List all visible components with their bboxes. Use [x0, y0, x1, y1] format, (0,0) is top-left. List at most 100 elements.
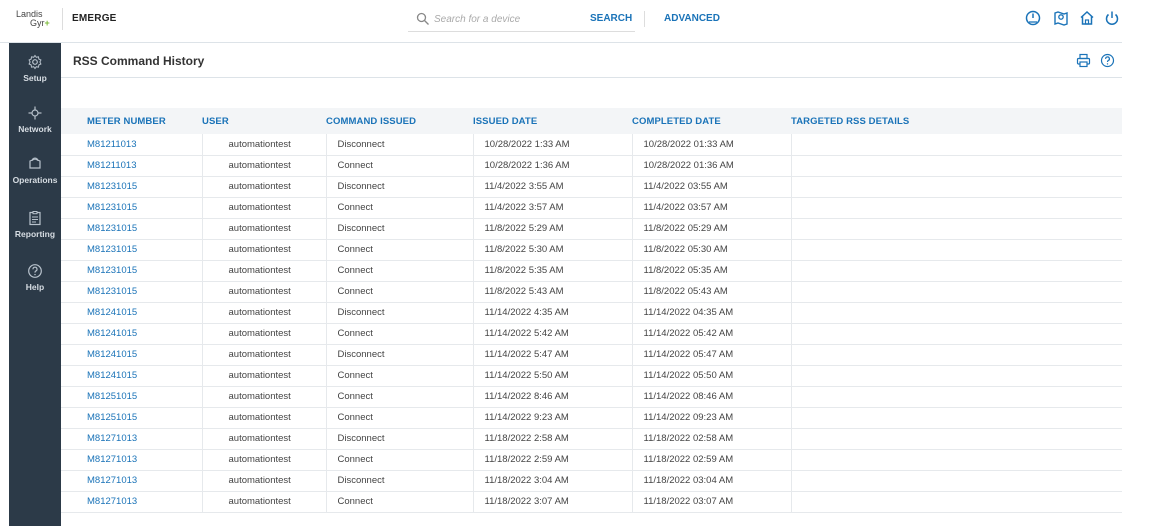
rss-command-history-table: METER NUMBER USER COMMAND ISSUED ISSUED … — [61, 108, 1122, 513]
user-cell: automationtest — [201, 449, 326, 471]
sidebar-item-label: Operations — [12, 175, 58, 185]
column-header-targeted-rss-details[interactable]: TARGETED RSS DETAILS — [791, 108, 1122, 134]
completed-date-cell: 11/14/2022 04:35 AM — [631, 302, 791, 324]
issued-date-cell: 10/28/2022 1:36 AM — [472, 155, 632, 177]
meter-number-link[interactable]: M81241015 — [61, 323, 202, 345]
command-cell: Connect — [325, 155, 473, 177]
rss-details-cell — [790, 323, 1122, 345]
sidebar-item-network[interactable]: Network — [9, 105, 61, 151]
landis-gyr-logo[interactable]: Landis Gyr+ — [16, 10, 56, 32]
meter-number-link[interactable]: M81251015 — [61, 386, 202, 408]
rss-details-cell — [790, 281, 1122, 303]
table-row: M81251015 automationtest Connect 11/14/2022… — [61, 386, 1122, 408]
meter-number-link[interactable]: M81241015 — [61, 344, 202, 366]
meter-number-link[interactable]: M81231015 — [61, 239, 202, 261]
meter-number-link[interactable]: M81231015 — [61, 197, 202, 219]
meter-number-link[interactable]: M81231015 — [61, 260, 202, 282]
sidebar-item-operations[interactable]: Operations — [9, 156, 61, 202]
power-icon[interactable] — [1103, 9, 1121, 27]
table-row: M81231015 automationtest Disconnect 11/8/20… — [61, 218, 1122, 240]
issued-date-cell: 11/4/2022 3:55 AM — [472, 176, 632, 198]
command-cell: Disconnect — [325, 428, 473, 450]
home-icon[interactable] — [1078, 9, 1096, 27]
advanced-search-button[interactable]: ADVANCED — [664, 13, 720, 24]
search-button[interactable]: SEARCH — [590, 13, 632, 24]
rss-details-cell — [790, 365, 1122, 387]
sidebar-item-label: Reporting — [14, 229, 56, 239]
title-divider — [61, 77, 1122, 78]
command-cell: Connect — [325, 323, 473, 345]
meter-number-link[interactable]: M81231015 — [61, 281, 202, 303]
meter-number-link[interactable]: M81211013 — [61, 134, 202, 156]
dashboard-gauge-icon[interactable] — [1024, 9, 1042, 27]
completed-date-cell: 10/28/2022 01:36 AM — [631, 155, 791, 177]
issued-date-cell: 11/18/2022 3:07 AM — [472, 491, 632, 513]
sidebar: Setup Network Operations Reporting Help — [9, 43, 61, 526]
column-header-completed-date[interactable]: COMPLETED DATE — [632, 108, 791, 134]
user-cell: automationtest — [201, 386, 326, 408]
table-row: M81271013 automationtest Disconnect 11/18/2… — [61, 428, 1122, 450]
rss-details-cell — [790, 155, 1122, 177]
completed-date-cell: 11/14/2022 05:47 AM — [631, 344, 791, 366]
rss-details-cell — [790, 344, 1122, 366]
issued-date-cell: 11/4/2022 3:57 AM — [472, 197, 632, 219]
column-header-command-issued[interactable]: COMMAND ISSUED — [326, 108, 473, 134]
table-row: M81231015 automationtest Connect 11/4/2022 … — [61, 197, 1122, 219]
issued-date-cell: 11/14/2022 8:46 AM — [472, 386, 632, 408]
user-cell: automationtest — [201, 344, 326, 366]
map-pin-icon[interactable] — [1052, 9, 1070, 27]
issued-date-cell: 11/8/2022 5:29 AM — [472, 218, 632, 240]
meter-number-link[interactable]: M81271013 — [61, 449, 202, 471]
issued-date-cell: 11/18/2022 2:59 AM — [472, 449, 632, 471]
command-cell: Disconnect — [325, 134, 473, 156]
meter-number-link[interactable]: M81231015 — [61, 218, 202, 240]
user-cell: automationtest — [201, 407, 326, 429]
table-row: M81211013 automationtest Connect 10/28/2022… — [61, 155, 1122, 177]
issued-date-cell: 10/28/2022 1:33 AM — [472, 134, 632, 156]
sidebar-item-setup[interactable]: Setup — [9, 54, 61, 100]
issued-date-cell: 11/18/2022 3:04 AM — [472, 470, 632, 492]
user-cell: automationtest — [201, 218, 326, 240]
sidebar-item-help[interactable]: Help — [9, 263, 61, 309]
search-icon — [416, 12, 429, 25]
print-icon[interactable] — [1076, 53, 1091, 68]
meter-number-link[interactable]: M81271013 — [61, 491, 202, 513]
meter-number-link[interactable]: M81241015 — [61, 302, 202, 324]
completed-date-cell: 11/8/2022 05:43 AM — [631, 281, 791, 303]
user-cell: automationtest — [201, 239, 326, 261]
meter-number-link[interactable]: M81231015 — [61, 176, 202, 198]
meter-number-link[interactable]: M81241015 — [61, 365, 202, 387]
top-bar-divider — [0, 42, 1122, 43]
completed-date-cell: 11/8/2022 05:30 AM — [631, 239, 791, 261]
search-divider — [644, 11, 645, 27]
issued-date-cell: 11/14/2022 4:35 AM — [472, 302, 632, 324]
meter-number-link[interactable]: M81271013 — [61, 428, 202, 450]
column-header-issued-date[interactable]: ISSUED DATE — [473, 108, 632, 134]
issued-date-cell: 11/14/2022 5:47 AM — [472, 344, 632, 366]
meter-number-link[interactable]: M81211013 — [61, 155, 202, 177]
sidebar-item-label: Setup — [23, 73, 47, 83]
gear-icon — [28, 54, 42, 70]
column-header-meter-number[interactable]: METER NUMBER — [61, 108, 202, 134]
rss-details-cell — [790, 386, 1122, 408]
command-cell: Disconnect — [325, 176, 473, 198]
user-cell: automationtest — [201, 155, 326, 177]
command-cell: Disconnect — [325, 302, 473, 324]
search-input[interactable] — [434, 10, 574, 28]
table-row: M81251015 automationtest Connect 11/14/2022… — [61, 407, 1122, 429]
meter-number-link[interactable]: M81251015 — [61, 407, 202, 429]
meter-number-link[interactable]: M81271013 — [61, 470, 202, 492]
issued-date-cell: 11/18/2022 2:58 AM — [472, 428, 632, 450]
help-icon[interactable] — [1100, 53, 1115, 68]
column-header-user[interactable]: USER — [202, 108, 326, 134]
table-row: M81271013 automationtest Connect 11/18/2022… — [61, 491, 1122, 513]
sidebar-item-reporting[interactable]: Reporting — [9, 210, 61, 256]
command-cell: Connect — [325, 197, 473, 219]
completed-date-cell: 11/18/2022 03:04 AM — [631, 470, 791, 492]
completed-date-cell: 10/28/2022 01:33 AM — [631, 134, 791, 156]
rss-details-cell — [790, 470, 1122, 492]
issued-date-cell: 11/8/2022 5:35 AM — [472, 260, 632, 282]
rss-details-cell — [790, 197, 1122, 219]
rss-details-cell — [790, 176, 1122, 198]
completed-date-cell: 11/14/2022 08:46 AM — [631, 386, 791, 408]
